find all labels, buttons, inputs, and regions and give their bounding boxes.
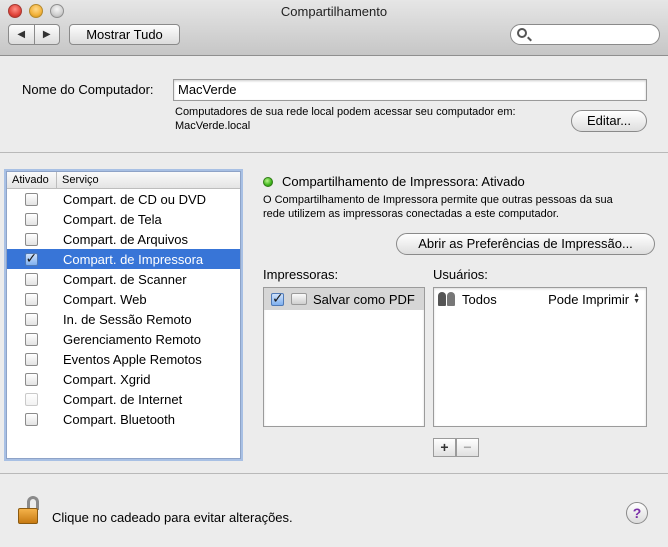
service-checkbox-cell [7, 392, 57, 406]
service-row[interactable]: Compart. de Impressora [7, 249, 240, 269]
services-list: Ativado Serviço Compart. de CD ou DVD Com… [6, 171, 241, 459]
service-row[interactable]: In. de Sessão Remoto [7, 309, 240, 329]
users-label: Usuários: [433, 267, 488, 282]
service-row[interactable]: Compart. Bluetooth [7, 409, 240, 429]
service-enable-checkbox[interactable] [24, 332, 38, 346]
service-enable-checkbox[interactable] [24, 250, 38, 267]
users-list: Todos Pode Imprimir ▲ ▼ [433, 287, 647, 427]
window-title: Compartilhamento [280, 4, 388, 19]
service-checkbox-cell [7, 212, 57, 226]
service-enable-checkbox [24, 392, 38, 406]
printer-icon [291, 293, 307, 305]
service-description-line2: rede utilizem as impressoras conectadas … [263, 208, 559, 220]
service-name: Compart. de Internet [63, 391, 183, 407]
computer-name-description-line1: Computadores de sua rede local podem ace… [175, 106, 516, 118]
printer-row[interactable]: Salvar como PDF [264, 288, 424, 310]
service-name: Compart. Web [63, 291, 147, 307]
service-name: Compart. de Tela [63, 211, 162, 227]
service-description-line1: O Compartilhamento de Impressora permite… [263, 194, 613, 206]
service-checkbox-cell [7, 272, 57, 286]
lock-message: Clique no cadeado para evitar alterações… [52, 510, 293, 525]
services-list-header: Ativado Serviço [7, 172, 240, 189]
back-arrow-icon[interactable]: ◀ [9, 25, 35, 44]
permission-popup[interactable]: Pode Imprimir ▲ ▼ [548, 292, 640, 307]
service-description: O Compartilhamento de Impressora permite… [263, 193, 658, 221]
service-name: Compart. Bluetooth [63, 411, 176, 427]
footer-divider [0, 473, 668, 474]
service-name: Eventos Apple Remotos [63, 351, 202, 367]
divider [0, 152, 668, 153]
service-row[interactable]: Gerenciamento Remoto [7, 329, 240, 349]
service-name: Compart. de CD ou DVD [63, 191, 207, 207]
service-name: Compart. de Arquivos [63, 231, 189, 247]
group-icon [438, 292, 456, 306]
service-row[interactable]: Compart. de Internet [7, 389, 240, 409]
service-checkbox-cell [7, 292, 57, 306]
window-toolbar: Compartilhamento ◀ ▶ Mostrar Tudo [0, 0, 668, 56]
service-row[interactable]: Compart. de Arquivos [7, 229, 240, 249]
service-enable-checkbox[interactable] [24, 212, 38, 226]
service-checkbox-cell [7, 412, 57, 426]
service-checkbox-cell [7, 352, 57, 366]
show-all-button[interactable]: Mostrar Tudo [69, 24, 180, 45]
permission-value: Pode Imprimir [548, 291, 630, 307]
remove-user-button[interactable]: − [456, 438, 479, 457]
forward-arrow-icon[interactable]: ▶ [35, 25, 60, 44]
printers-list: Salvar como PDF [263, 287, 425, 427]
service-enable-checkbox[interactable] [24, 352, 38, 366]
user-row[interactable]: Todos Pode Imprimir ▲ ▼ [434, 288, 646, 310]
service-name: In. de Sessão Remoto [63, 311, 192, 327]
printers-label: Impressoras: [263, 267, 339, 282]
service-checkbox-cell [7, 232, 57, 246]
service-row[interactable]: Compart. Xgrid [7, 369, 240, 389]
printer-share-checkbox[interactable] [271, 290, 284, 307]
service-name: Compart. Xgrid [63, 371, 151, 387]
service-status-title: Compartilhamento de Impressora: Ativado [282, 174, 525, 189]
service-enable-checkbox[interactable] [24, 272, 38, 286]
search-field[interactable] [510, 24, 660, 45]
service-checkbox-cell [7, 250, 57, 267]
service-enable-checkbox[interactable] [24, 412, 38, 426]
service-checkbox-cell [7, 372, 57, 386]
service-row[interactable]: Eventos Apple Remotos [7, 349, 240, 369]
service-enable-checkbox[interactable] [24, 312, 38, 326]
computer-name-label: Nome do Computador: [22, 82, 154, 97]
local-hostname: MacVerde.local [175, 120, 251, 132]
service-enable-checkbox[interactable] [24, 372, 38, 386]
popup-arrows-icon: ▲ ▼ [633, 292, 640, 305]
service-enable-checkbox[interactable] [24, 292, 38, 306]
service-name: Compart. de Impressora [63, 251, 204, 267]
service-row[interactable]: Compart. de CD ou DVD [7, 189, 240, 209]
service-checkbox-cell [7, 312, 57, 326]
service-row[interactable]: Compart. de Tela [7, 209, 240, 229]
service-name: Compart. de Scanner [63, 271, 187, 287]
add-user-button[interactable]: + [433, 438, 456, 457]
column-header-service[interactable]: Serviço [57, 172, 99, 188]
open-print-preferences-button[interactable]: Abrir as Preferências de Impressão... [396, 233, 655, 255]
back-forward-control: ◀ ▶ [8, 24, 60, 45]
service-checkbox-cell [7, 192, 57, 206]
service-enable-checkbox[interactable] [24, 232, 38, 246]
lock-icon[interactable] [18, 496, 42, 526]
help-button[interactable]: ? [626, 502, 648, 524]
column-header-enabled[interactable]: Ativado [7, 172, 57, 188]
printer-name: Salvar como PDF [313, 291, 415, 307]
edit-hostname-button[interactable]: Editar... [571, 110, 647, 132]
computer-name-input[interactable]: MacVerde [173, 79, 647, 101]
service-row[interactable]: Compart. de Scanner [7, 269, 240, 289]
service-enable-checkbox[interactable] [24, 192, 38, 206]
service-row[interactable]: Compart. Web [7, 289, 240, 309]
status-indicator-icon [263, 177, 273, 187]
service-name: Gerenciamento Remoto [63, 331, 202, 347]
search-icon [517, 28, 527, 38]
user-name: Todos [462, 291, 497, 307]
service-checkbox-cell [7, 332, 57, 346]
computer-name-description: Computadores de sua rede local podem ace… [175, 105, 565, 133]
